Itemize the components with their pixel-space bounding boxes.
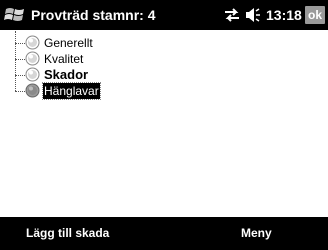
node-icon [25, 35, 40, 50]
ok-button[interactable]: ok [305, 6, 325, 24]
tree-item-skador[interactable]: Skador [4, 67, 204, 83]
node-icon [25, 83, 40, 98]
sync-arrows-icon[interactable] [224, 8, 240, 22]
tree-item-label: Hänglavar [42, 82, 101, 100]
tree-branch-line [15, 43, 25, 44]
menu-softkey[interactable]: Meny [241, 226, 272, 240]
tree-view[interactable]: Generellt Kvalitet Skador Hänglavar [4, 31, 326, 217]
tree-branch-line [15, 59, 25, 60]
softkey-bar: Lägg till skada Meny [0, 217, 328, 250]
node-icon [25, 51, 40, 66]
title-bar: Provträd stamnr: 4 13:18 ok [0, 0, 328, 30]
speaker-icon[interactable] [245, 7, 263, 23]
tree-item-generellt[interactable]: Generellt [4, 35, 204, 51]
clock[interactable]: 13:18 [266, 7, 302, 23]
tree-branch-line [15, 75, 25, 76]
tree-branch-line [15, 91, 25, 92]
windows-start-icon[interactable] [4, 4, 26, 26]
tree-item-label: Skador [44, 67, 89, 82]
add-damage-softkey[interactable]: Lägg till skada [26, 226, 109, 240]
window-title: Provträd stamnr: 4 [31, 7, 156, 23]
tree-item-label: Generellt [44, 36, 93, 50]
tree-item-label: Kvalitet [44, 52, 84, 66]
node-icon [25, 67, 40, 82]
tree-item-hanglavar[interactable]: Hänglavar [4, 82, 204, 100]
tree-item-kvalitet[interactable]: Kvalitet [4, 51, 204, 67]
